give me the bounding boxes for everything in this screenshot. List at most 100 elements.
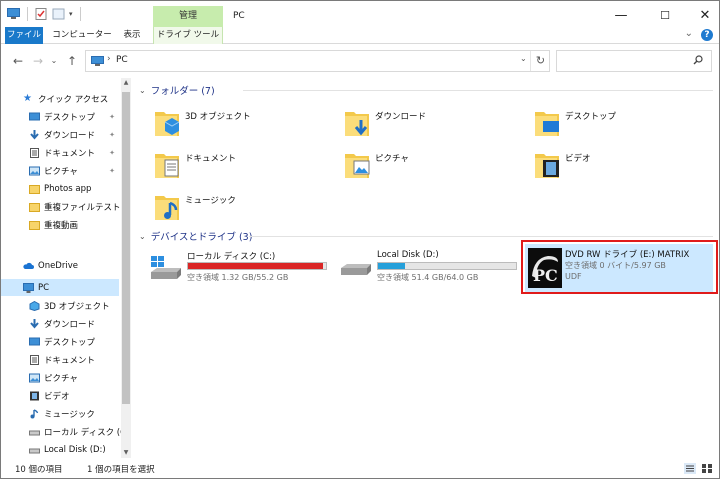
pictures-folder-icon	[345, 154, 370, 178]
pin-icon[interactable]: ✦	[109, 131, 115, 139]
recent-locations-button[interactable]: ⌄	[47, 53, 61, 69]
quick-access-toolbar: ▾	[7, 7, 84, 21]
nav-pane-scrollbar[interactable]: ▲ ▼	[121, 78, 131, 458]
video-icon	[30, 391, 39, 400]
chevron-down-icon[interactable]: ⌄	[139, 86, 146, 95]
sidebar-item-videos[interactable]: ビデオ	[1, 387, 119, 404]
drive-e-dvd[interactable]: PC DVD RW ドライブ (E:) MATRIX 空き領域 0 バイト/5.…	[525, 244, 713, 294]
sidebar-item-downloads-pc[interactable]: ダウンロード	[1, 315, 119, 332]
details-view-icon[interactable]	[684, 463, 696, 474]
refresh-button[interactable]: ↻	[530, 51, 550, 71]
pin-icon[interactable]: ✦	[109, 113, 115, 121]
folders-group-header[interactable]: ⌄ フォルダー (7)	[139, 83, 215, 98]
sidebar-item-downloads[interactable]: ダウンロード ✦	[1, 126, 119, 143]
scroll-up-icon[interactable]: ▲	[121, 78, 131, 88]
sidebar-item-documents-pc[interactable]: ドキュメント	[1, 351, 119, 368]
group-divider	[249, 236, 713, 237]
ribbon-collapse-icon[interactable]: ⌄	[685, 28, 693, 39]
toolbar-divider	[27, 7, 28, 21]
group-divider	[243, 90, 713, 91]
sidebar-item-3d-objects[interactable]: 3D オブジェクト	[1, 297, 119, 314]
drives-group-header[interactable]: ⌄ デバイスとドライブ (3)	[139, 229, 252, 244]
manage-contextual-tab[interactable]: 管理	[153, 6, 223, 27]
new-folder-icon[interactable]	[52, 8, 65, 20]
sidebar-item-label: Local Disk (D:)	[44, 444, 106, 455]
pin-icon[interactable]: ✦	[109, 167, 115, 175]
sidebar-item-pictures[interactable]: ピクチャ ✦	[1, 162, 119, 179]
customize-qat-icon[interactable]: ▾	[69, 10, 73, 18]
folder-pictures[interactable]: ピクチャ	[343, 148, 513, 188]
desktop-folder-icon	[535, 112, 559, 136]
drive-c[interactable]: ローカル ディスク (C:) 空き領域 1.32 GB/55.2 GB	[147, 246, 335, 296]
sidebar-item-desktop-pc[interactable]: デスクトップ	[1, 333, 119, 350]
group-title: フォルダー (7)	[150, 86, 215, 97]
breadcrumb-pc[interactable]: PC	[116, 55, 128, 65]
sidebar-item-pictures-pc[interactable]: ピクチャ	[1, 369, 119, 386]
minimize-button[interactable]: —	[606, 5, 636, 25]
forward-button[interactable]: →	[31, 53, 45, 69]
sidebar-item-label: OneDrive	[38, 260, 78, 271]
tab-view[interactable]: 表示	[117, 27, 147, 44]
folder-label: ピクチャ	[375, 154, 409, 164]
drive-free-space: 空き領域 51.4 GB/64.0 GB	[377, 273, 479, 282]
sidebar-item-duplicate-file-test[interactable]: 重複ファイルテスト	[1, 198, 121, 215]
cloud-icon	[23, 262, 34, 269]
sidebar-item-quick-access[interactable]: ★ クイック アクセス	[1, 90, 119, 107]
close-button[interactable]: ✕	[690, 5, 719, 25]
sidebar-item-duplicate-videos[interactable]: 重複動画	[1, 216, 119, 233]
folder-3d-objects[interactable]: 3D オブジェクト	[153, 106, 323, 146]
video-folder-icon	[535, 154, 559, 178]
pc-icon[interactable]	[7, 8, 20, 20]
toolbar-divider	[79, 7, 81, 21]
sidebar-item-desktop[interactable]: デスクトップ ✦	[1, 108, 119, 125]
folder-documents[interactable]: ドキュメント	[153, 148, 323, 188]
drive-name: Local Disk (D:)	[377, 250, 439, 260]
help-icon[interactable]: ?	[701, 29, 713, 41]
sidebar-item-label: ビデオ	[44, 391, 70, 402]
music-folder-icon	[155, 196, 179, 220]
folder-desktop[interactable]: デスクトップ	[533, 106, 703, 146]
address-dropdown-icon[interactable]: ⌄	[520, 54, 530, 63]
dvd-matrix-icon: PC	[528, 248, 562, 288]
drive-free-space: 空き領域 0 バイト/5.97 GB	[565, 261, 666, 270]
chevron-down-icon[interactable]: ⌄	[139, 232, 146, 241]
back-button[interactable]: ←	[11, 53, 25, 69]
up-button[interactable]: ↑	[65, 53, 79, 69]
ribbon-tabs: ファイル コンピューター 表示 ドライブ ツール ⌄ ?	[1, 27, 719, 44]
properties-icon[interactable]	[35, 8, 48, 20]
sidebar-item-label: ダウンロード	[44, 130, 96, 141]
folder-icon	[29, 184, 40, 194]
folder-videos[interactable]: ビデオ	[533, 148, 703, 188]
scrollbar-thumb[interactable]	[122, 92, 130, 404]
address-bar[interactable]: › PC ⌄ ↻	[85, 50, 550, 72]
sidebar-item-pc[interactable]: PC	[1, 279, 119, 296]
search-box[interactable]	[556, 50, 712, 72]
folder-downloads[interactable]: ダウンロード	[343, 106, 513, 146]
sidebar-item-drive-d[interactable]: Local Disk (D:)	[1, 441, 119, 458]
pin-icon[interactable]: ✦	[109, 149, 115, 157]
large-icons-view-icon[interactable]	[701, 463, 713, 474]
tab-computer[interactable]: コンピューター	[51, 27, 113, 44]
maximize-button[interactable]: ☐	[650, 5, 680, 25]
sidebar-item-music[interactable]: ミュージック	[1, 405, 119, 422]
pictures-icon	[29, 166, 40, 175]
folder-icon	[29, 220, 40, 230]
item-count: 10 個の項目	[15, 465, 63, 475]
drive-filesystem: UDF	[565, 272, 582, 281]
sidebar-item-onedrive[interactable]: OneDrive	[1, 257, 119, 274]
tab-drive-tools[interactable]: ドライブ ツール	[153, 27, 223, 44]
breadcrumb-chevron-icon[interactable]: ›	[107, 54, 111, 64]
drive-d[interactable]: Local Disk (D:) 空き領域 51.4 GB/64.0 GB	[337, 246, 525, 296]
sidebar-item-drive-c[interactable]: ローカル ディスク (C:)	[1, 423, 121, 440]
tab-file[interactable]: ファイル	[5, 27, 43, 44]
navigation-bar: ← → ⌄ ↑ › PC ⌄ ↻	[1, 45, 719, 77]
svg-text:PC: PC	[533, 266, 558, 285]
sidebar-item-photos-app[interactable]: Photos app	[1, 180, 119, 197]
sidebar-item-label: デスクトップ	[44, 112, 96, 123]
scroll-down-icon[interactable]: ▼	[121, 448, 131, 458]
search-icon[interactable]	[693, 55, 703, 68]
3d-folder-icon	[155, 112, 180, 136]
folder-music[interactable]: ミュージック	[153, 190, 323, 230]
sidebar-item-label: ローカル ディスク (C:)	[44, 427, 121, 438]
sidebar-item-documents[interactable]: ドキュメント ✦	[1, 144, 119, 161]
